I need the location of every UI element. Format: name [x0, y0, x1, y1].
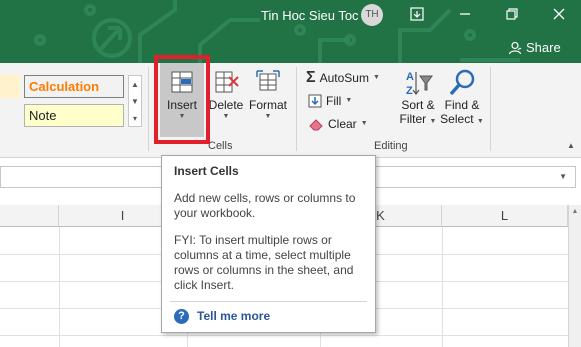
share-button[interactable]: Share: [508, 40, 561, 55]
editing-group-label: Editing: [374, 140, 408, 152]
find-select-button[interactable]: Find & Select ▼: [440, 63, 484, 137]
tell-me-more-link[interactable]: ? Tell me more: [174, 309, 270, 324]
restore-icon[interactable]: [504, 6, 520, 22]
format-cells-icon: [256, 70, 280, 91]
vertical-scrollbar[interactable]: ▲: [568, 205, 581, 347]
share-label: Share: [526, 40, 561, 55]
delete-dropdown-icon: ▼: [222, 113, 230, 120]
autosum-label: AutoSum: [319, 71, 369, 85]
gridline: [59, 227, 60, 347]
tell-me-more-label: Tell me more: [197, 309, 271, 323]
format-button[interactable]: Format ▼: [246, 63, 290, 137]
cells-group-label: Cells: [208, 140, 233, 152]
fill-button[interactable]: Fill ▼: [308, 94, 352, 108]
find-select-line2: Select ▼: [440, 112, 484, 127]
gridline: [0, 335, 568, 336]
group-separator: [296, 67, 297, 151]
group-separator: [148, 67, 149, 151]
tooltip-fyi: FYI: To insert multiple rows or columns …: [174, 233, 354, 292]
fill-label: Fill: [326, 94, 342, 108]
column-header-l[interactable]: L: [442, 205, 568, 227]
magnifier-icon: [449, 69, 475, 96]
styles-gallery-scroll[interactable]: ▲ ▼ ▾: [128, 75, 142, 127]
help-icon: ?: [174, 309, 189, 324]
user-avatar[interactable]: TH: [361, 4, 383, 26]
scroll-up-icon[interactable]: ▲: [569, 208, 581, 215]
find-select-label-1: Find &: [444, 98, 480, 112]
sort-filter-label-2: Filter: [399, 112, 427, 126]
sort-filter-label-1: Sort &: [401, 98, 435, 112]
clear-button[interactable]: Clear ▼: [308, 117, 368, 131]
autosum-button[interactable]: Σ AutoSum ▼: [306, 69, 380, 87]
close-icon[interactable]: [551, 6, 567, 22]
gallery-more-icon[interactable]: ▾: [129, 110, 141, 127]
delete-label: Delete: [208, 98, 244, 112]
delete-cells-icon: [215, 71, 239, 93]
calculation-style[interactable]: Calculation: [24, 75, 124, 98]
eraser-icon: [309, 119, 323, 131]
fill-down-icon: [308, 94, 322, 108]
group-separator: [490, 67, 491, 151]
note-style[interactable]: Note: [24, 104, 124, 127]
find-select-label-2: Select: [440, 112, 474, 126]
ribbon-display-options-icon[interactable]: [409, 6, 425, 22]
scroll-down-icon[interactable]: ▼: [129, 93, 141, 110]
clear-dropdown-icon: ▼: [360, 120, 368, 127]
sort-filter-icon: A Z: [406, 71, 433, 97]
ribbon: Calculation Note ▲ ▼ ▾ Insert ▼ Delete ▼: [0, 63, 581, 158]
window-title: Tin Hoc Sieu Toc: [261, 8, 359, 23]
delete-button[interactable]: Delete ▼: [206, 63, 246, 137]
insert-highlight-box: [154, 55, 210, 144]
sort-filter-line2: Filter ▼: [400, 112, 437, 127]
tooltip-description: Add new cells, rows or columns to your w…: [174, 191, 356, 220]
autosum-dropdown-icon: ▼: [372, 74, 380, 81]
minimize-icon[interactable]: [457, 6, 473, 22]
format-dropdown-icon: ▼: [264, 113, 272, 120]
sort-filter-dropdown-icon: ▼: [429, 118, 437, 125]
clear-label: Clear: [328, 117, 357, 131]
tooltip-title: Insert Cells: [174, 164, 239, 178]
svg-text:Z: Z: [406, 85, 413, 97]
collapse-ribbon-icon[interactable]: ▲: [567, 141, 575, 150]
expand-formula-bar-icon[interactable]: ▼: [559, 172, 567, 181]
sigma-icon: Σ: [306, 69, 316, 86]
person-icon: [508, 41, 522, 54]
find-select-dropdown-icon: ▼: [476, 118, 484, 125]
sort-filter-button[interactable]: A Z Sort & Filter ▼: [396, 63, 440, 137]
cell-style-partial[interactable]: [0, 75, 20, 98]
title-bar: Tin Hoc Sieu Toc TH Share: [0, 0, 581, 63]
fill-dropdown-icon: ▼: [345, 97, 353, 104]
svg-text:A: A: [406, 71, 414, 83]
gridline: [442, 227, 443, 347]
format-label: Format: [248, 98, 287, 112]
scroll-up-icon[interactable]: ▲: [129, 76, 141, 93]
insert-cells-tooltip: Insert Cells Add new cells, rows or colu…: [161, 155, 376, 333]
column-header[interactable]: [0, 205, 59, 227]
tooltip-divider: [170, 301, 367, 302]
